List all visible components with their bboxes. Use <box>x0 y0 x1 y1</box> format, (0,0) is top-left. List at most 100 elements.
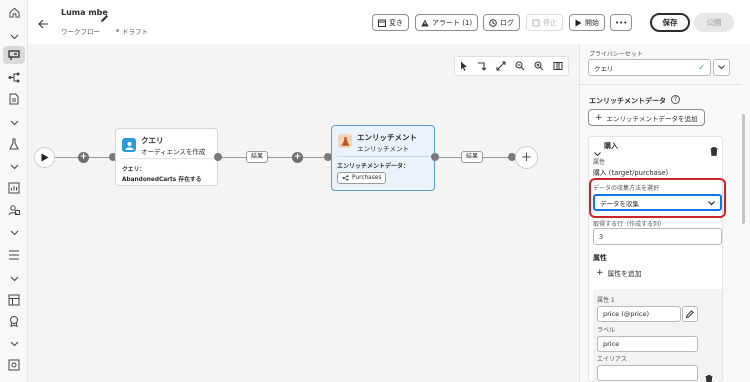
start-node[interactable] <box>34 147 55 168</box>
reroute-icon[interactable] <box>477 61 487 71</box>
divider <box>337 156 431 157</box>
audience-icon[interactable] <box>6 203 22 217</box>
purchase-title: 購入 <box>604 142 618 150</box>
stop-button[interactable]: 停止 <box>526 14 563 31</box>
collect-method-select[interactable]: データを収集 <box>593 194 722 211</box>
query-activity-card[interactable]: クエリ オーディエンスを作成 クエリ： AbandonedCarts 存在する <box>115 128 218 186</box>
home-icon[interactable] <box>6 5 22 19</box>
plus-icon: + <box>595 112 603 123</box>
pointer-icon[interactable] <box>460 61 468 71</box>
alias-input[interactable] <box>597 365 698 381</box>
enrichment-data-label: エンリッチメントデータ： <box>337 163 410 170</box>
journey-icon[interactable] <box>6 70 22 84</box>
fit-view-icon[interactable] <box>496 61 506 71</box>
rename-button-label: 変き <box>389 18 403 27</box>
document-icon[interactable] <box>6 92 22 106</box>
attr1-input[interactable]: price (@price) <box>597 306 681 322</box>
chevron-down-icon <box>718 65 725 70</box>
port-dot <box>214 153 222 161</box>
alerts-button-label: アラート (1) <box>432 18 473 27</box>
flask-icon[interactable] <box>6 137 22 151</box>
edit-pencil-icon[interactable] <box>100 8 109 27</box>
add-activity-button[interactable]: + <box>78 152 89 163</box>
campaigns-icon[interactable] <box>3 46 25 64</box>
publish-button[interactable]: 公開 <box>694 13 734 32</box>
port-dot <box>431 153 439 161</box>
more-button[interactable]: ••• <box>610 14 633 31</box>
badge-icon[interactable] <box>6 314 22 328</box>
add-activity-button[interactable]: + <box>292 152 303 163</box>
chevron-down-icon[interactable] <box>6 116 22 130</box>
check-icon: ✓ <box>698 63 705 72</box>
attr1-value: price (@price) <box>603 310 649 318</box>
privacy-dropdown-button[interactable] <box>713 59 730 76</box>
label-input[interactable]: price <box>597 336 698 352</box>
trash-icon[interactable] <box>710 141 718 160</box>
log-button[interactable]: ログ <box>483 14 520 31</box>
add-end-button[interactable]: + <box>515 146 538 169</box>
start-button-label: 開始 <box>585 18 599 27</box>
edit-expression-button[interactable] <box>682 306 698 322</box>
schema-icon[interactable] <box>6 293 22 307</box>
start-button[interactable]: 開始 <box>569 14 605 31</box>
query-icon <box>122 138 136 152</box>
label-value: price <box>603 340 620 348</box>
query-value: AbandonedCarts 存在する <box>122 177 202 183</box>
save-button[interactable]: 保存 <box>650 13 690 32</box>
add-enrichment-button[interactable]: + エンリッチメントデータを追加 <box>588 109 705 126</box>
chevron-down-icon[interactable] <box>6 30 22 44</box>
zoom-out-icon[interactable] <box>515 61 525 71</box>
reports-icon[interactable] <box>6 181 22 195</box>
alert-icon <box>421 19 429 26</box>
workflow-canvas[interactable]: + クエリ オーディエンスを作成 クエリ： AbandonedCarts 存在す… <box>28 44 579 382</box>
privacy-select[interactable]: クエリ ✓ <box>588 59 711 76</box>
add-enrichment-label: エンリッチメントデータを追加 <box>606 114 698 123</box>
query-card-title: クエリ <box>141 136 164 145</box>
label-field-label: ラベル <box>597 327 616 334</box>
chevron-down-icon[interactable] <box>6 272 22 286</box>
edit-icon <box>686 310 694 318</box>
query-card-subtitle: オーディエンスを作成 <box>141 148 206 156</box>
chevron-down-icon[interactable] <box>6 337 22 351</box>
purchases-chip-label: Purchases <box>352 175 382 181</box>
purchases-chip[interactable]: Purchases <box>337 172 387 184</box>
query-label: クエリ： <box>122 167 146 173</box>
chevron-down-icon[interactable] <box>6 226 22 240</box>
collect-method-value: データを収集 <box>600 199 639 208</box>
history-icon <box>489 18 497 27</box>
stop-icon <box>532 19 540 26</box>
add-attribute-label: 属性を追加 <box>607 270 642 278</box>
back-arrow-icon[interactable] <box>38 14 49 33</box>
result-label: 結果 <box>246 151 269 163</box>
calendar-icon <box>378 19 386 27</box>
divider <box>580 84 742 85</box>
rename-button[interactable]: 変き <box>372 14 409 31</box>
add-attribute-button[interactable]: + 属性を追加 <box>596 268 642 278</box>
breadcrumb: ワークフロー <box>61 28 100 36</box>
enrichment-card-title: エンリッチメント <box>357 133 417 142</box>
rows-input[interactable]: 3 <box>593 228 722 245</box>
panel-scrollbar[interactable] <box>742 114 745 224</box>
enrichment-heading: エンリッチメントデータ <box>589 97 666 105</box>
chevron-down-icon[interactable] <box>6 160 22 174</box>
enrichment-icon <box>338 134 352 148</box>
enrichment-activity-card[interactable]: エンリッチメント エンリッチメント エンリッチメントデータ： Purchases <box>331 125 435 191</box>
attribute-value: 購入 (target/purchase) <box>593 169 669 177</box>
settings-box-icon[interactable] <box>6 358 22 372</box>
enrichment-card-subtitle: エンリッチメント <box>357 145 409 153</box>
trash-icon[interactable] <box>705 369 713 382</box>
alias-label: エイリアス <box>597 356 628 363</box>
alerts-button[interactable]: アラート (1) <box>415 14 479 31</box>
attr1-label: 属性 1 <box>597 297 615 304</box>
list-icon[interactable] <box>6 248 22 262</box>
attribute-label: 属性 <box>593 159 606 166</box>
minimap-icon[interactable] <box>553 61 563 71</box>
help-icon[interactable]: ? <box>671 95 680 104</box>
privacy-value: クエリ <box>594 64 614 73</box>
properties-panel: プライバシーセット クエリ ✓ エンリッチメントデータ ? + エンリッチメント… <box>579 44 750 382</box>
collect-method-label: データの収集方法を選択 <box>593 185 660 192</box>
link-icon <box>342 175 349 181</box>
result-label: 結果 <box>461 151 484 163</box>
zoom-in-icon[interactable] <box>534 61 544 71</box>
status-dot <box>116 29 119 32</box>
